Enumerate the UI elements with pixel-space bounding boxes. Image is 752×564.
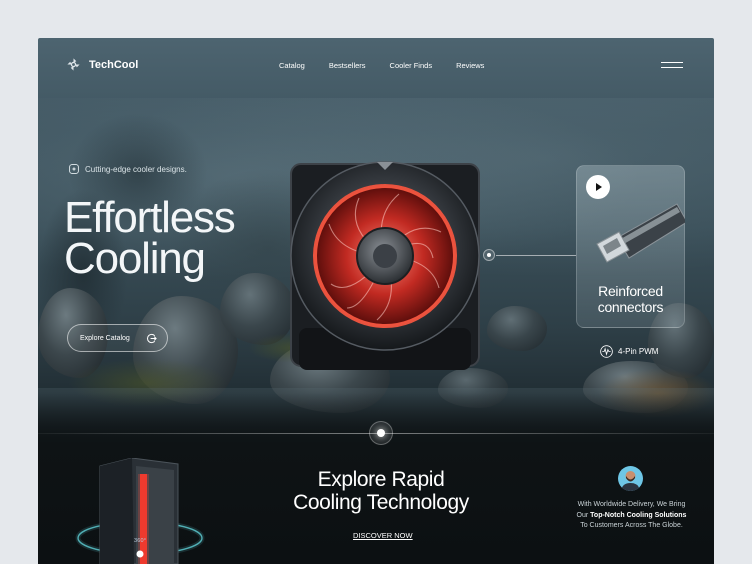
brand-logo[interactable]: TechCool	[66, 57, 138, 72]
logo-icon	[67, 58, 80, 71]
arrow-circle-icon	[147, 333, 157, 343]
hero-title-line: Effortless	[64, 193, 236, 242]
pc-case-image	[75, 458, 205, 564]
divider-marker[interactable]	[369, 421, 393, 445]
nav-item-reviews[interactable]: Reviews	[456, 61, 484, 70]
rock	[487, 306, 547, 351]
feature-card-label-line: Reinforced	[598, 283, 663, 299]
delivery-text-part: To Customers Across The Globe.	[580, 522, 683, 529]
hero-title: Effortless Cooling	[64, 193, 236, 283]
feature-card[interactable]: Reinforced connectors	[576, 165, 685, 328]
explore-catalog-label: Explore Catalog	[80, 334, 130, 342]
hero-title-line: Cooling	[64, 234, 206, 283]
feature-card-label-line: connectors	[597, 299, 664, 315]
delivery-highlight: Top-Notch Cooling Solutions	[590, 511, 687, 519]
spec-pwm: 4-Pin PWM	[600, 345, 658, 358]
avatar[interactable]	[618, 466, 643, 491]
main-nav: Catalog Bestsellers Cooler Finds Reviews	[279, 61, 484, 70]
rotation-label: 360°	[134, 538, 147, 544]
brand-name: TechCool	[89, 58, 139, 71]
discover-now-link[interactable]: DISCOVER NOW	[353, 531, 413, 540]
section-title-line: Explore Rapid	[317, 468, 445, 491]
delivery-text: With Worldwide Delivery, We Bring Our To…	[575, 500, 688, 532]
person-icon	[621, 471, 640, 491]
callout-line	[496, 255, 576, 256]
sparkle-icon	[69, 164, 79, 174]
hotspot-marker[interactable]	[483, 249, 495, 261]
tagline-text: Cutting-edge cooler designs.	[85, 164, 187, 174]
hero-tagline: Cutting-edge cooler designs.	[69, 164, 187, 174]
usb-connector-image	[596, 203, 685, 263]
nav-item-cooler-finds[interactable]: Cooler Finds	[390, 61, 433, 70]
spec-pwm-label: 4-Pin PWM	[618, 347, 659, 356]
nav-item-catalog[interactable]: Catalog	[279, 61, 305, 70]
feature-card-label: Reinforced connectors	[577, 283, 684, 315]
explore-catalog-button[interactable]: Explore Catalog	[67, 324, 168, 352]
cooler-fan-image	[290, 161, 480, 370]
nav-item-bestsellers[interactable]: Bestsellers	[329, 61, 366, 70]
section-title: Explore Rapid Cooling Technology	[257, 468, 505, 514]
menu-icon[interactable]	[661, 62, 683, 69]
hero-frame: TechCool Catalog Bestsellers Cooler Find…	[38, 38, 714, 564]
section-title-line: Cooling Technology	[293, 491, 469, 514]
waveform-icon	[600, 345, 613, 358]
